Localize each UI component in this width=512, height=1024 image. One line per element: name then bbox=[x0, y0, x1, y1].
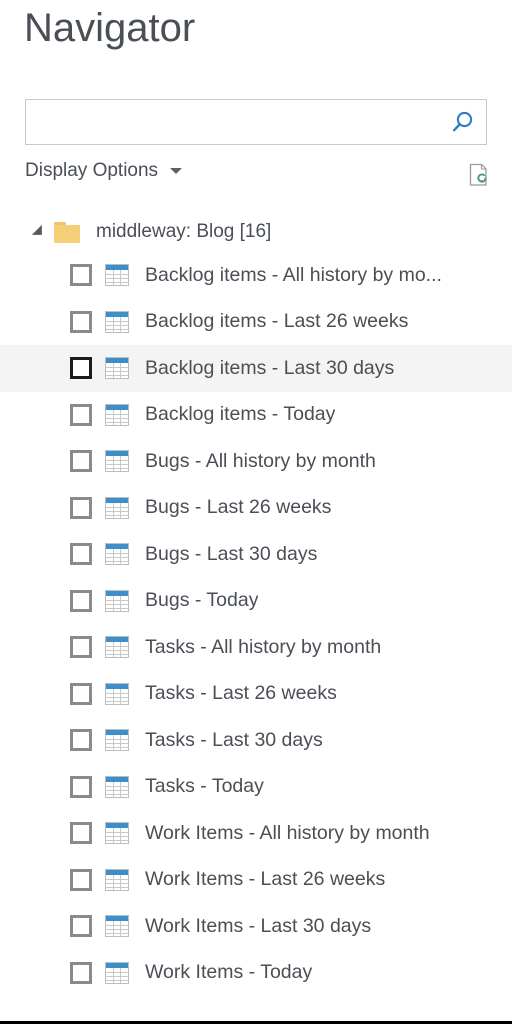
checkbox[interactable] bbox=[70, 682, 92, 705]
tree-item-label: Tasks - All history by month bbox=[145, 635, 382, 658]
checkbox[interactable] bbox=[70, 496, 92, 519]
table-icon bbox=[105, 450, 129, 473]
tree-item-label: Backlog items - All history by mo... bbox=[145, 263, 442, 286]
display-options-label: Display Options bbox=[25, 160, 159, 181]
checkbox[interactable] bbox=[70, 868, 92, 891]
search-input[interactable] bbox=[26, 100, 440, 144]
folder-icon bbox=[54, 221, 80, 243]
navigator-tree: middleway: Blog [16] Backlog items - All… bbox=[0, 212, 512, 996]
tree-item[interactable]: Bugs - All history by month bbox=[0, 438, 512, 485]
checkbox[interactable] bbox=[70, 403, 92, 426]
table-icon bbox=[105, 636, 129, 659]
checkbox[interactable] bbox=[70, 822, 92, 845]
checkbox[interactable] bbox=[70, 543, 92, 566]
tree-item[interactable]: Work Items - Today bbox=[0, 950, 512, 997]
table-icon bbox=[105, 403, 129, 426]
tree-item[interactable]: Backlog items - All history by mo... bbox=[0, 252, 512, 299]
tree-item-label: Backlog items - Last 30 days bbox=[145, 356, 395, 379]
table-icon bbox=[105, 822, 129, 845]
checkbox[interactable] bbox=[70, 636, 92, 659]
checkbox[interactable] bbox=[70, 264, 92, 287]
document-refresh-icon[interactable] bbox=[461, 158, 495, 192]
tree-item[interactable]: Tasks - Last 30 days bbox=[0, 717, 512, 764]
tree-item[interactable]: Backlog items - Last 26 weeks bbox=[0, 299, 512, 346]
tree-item[interactable]: Bugs - Today bbox=[0, 578, 512, 625]
table-icon bbox=[105, 357, 129, 380]
tree-item[interactable]: Work Items - Last 30 days bbox=[0, 903, 512, 950]
table-icon bbox=[105, 310, 129, 333]
tree-item[interactable]: Bugs - Last 30 days bbox=[0, 531, 512, 578]
table-icon bbox=[105, 543, 129, 566]
tree-item[interactable]: Tasks - Today bbox=[0, 764, 512, 811]
tree-item[interactable]: Work Items - All history by month bbox=[0, 810, 512, 857]
table-icon bbox=[105, 264, 129, 287]
tree-item-label: Backlog items - Today bbox=[145, 403, 336, 426]
tree-item-label: Work Items - Today bbox=[145, 961, 313, 984]
checkbox[interactable] bbox=[70, 450, 92, 473]
checkbox[interactable] bbox=[70, 915, 92, 938]
tree-item-label: Tasks - Last 26 weeks bbox=[145, 682, 337, 705]
tree-item-label: Bugs - Today bbox=[145, 589, 259, 612]
search-box[interactable] bbox=[25, 99, 487, 145]
checkbox[interactable] bbox=[70, 310, 92, 333]
tree-item[interactable]: Backlog items - Today bbox=[0, 392, 512, 439]
tree-group-label: middleway: Blog [16] bbox=[96, 221, 272, 242]
page-title: Navigator bbox=[24, 6, 196, 50]
table-icon bbox=[105, 682, 129, 705]
chevron-down-icon bbox=[170, 168, 183, 174]
tree-item-label: Tasks - Today bbox=[145, 775, 264, 798]
tree-item-label: Backlog items - Last 26 weeks bbox=[145, 310, 409, 333]
table-icon bbox=[105, 496, 129, 519]
tree-item[interactable]: Bugs - Last 26 weeks bbox=[0, 485, 512, 532]
checkbox[interactable] bbox=[70, 589, 92, 612]
checkbox[interactable] bbox=[70, 775, 92, 798]
tree-item-label: Bugs - All history by month bbox=[145, 449, 376, 472]
checkbox[interactable] bbox=[70, 357, 92, 380]
tree-item-label: Bugs - Last 26 weeks bbox=[145, 496, 332, 519]
table-icon bbox=[105, 589, 129, 612]
tree-item-list: Backlog items - All history by mo... Back… bbox=[0, 252, 512, 996]
checkbox[interactable] bbox=[70, 729, 92, 752]
display-options-row: Display Options bbox=[0, 158, 512, 198]
search-icon[interactable] bbox=[440, 100, 486, 144]
table-icon bbox=[105, 915, 129, 938]
tree-item[interactable]: Tasks - All history by month bbox=[0, 624, 512, 671]
tree-group-header[interactable]: middleway: Blog [16] bbox=[0, 212, 512, 252]
tree-item[interactable]: Backlog items - Last 30 days bbox=[0, 345, 512, 392]
tree-item[interactable]: Work Items - Last 26 weeks bbox=[0, 857, 512, 904]
checkbox[interactable] bbox=[70, 961, 92, 984]
table-icon bbox=[105, 868, 129, 891]
table-icon bbox=[105, 729, 129, 752]
tree-item-label: Bugs - Last 30 days bbox=[145, 542, 318, 565]
tree-item-label: Tasks - Last 30 days bbox=[145, 728, 323, 751]
table-icon bbox=[105, 961, 129, 984]
tree-item-label: Work Items - Last 30 days bbox=[145, 914, 372, 937]
tree-item-label: Work Items - All history by month bbox=[145, 821, 430, 844]
display-options-dropdown[interactable]: Display Options bbox=[25, 160, 183, 182]
tree-item[interactable]: Tasks - Last 26 weeks bbox=[0, 671, 512, 718]
tree-item-label: Work Items - Last 26 weeks bbox=[145, 868, 386, 891]
table-icon bbox=[105, 775, 129, 798]
